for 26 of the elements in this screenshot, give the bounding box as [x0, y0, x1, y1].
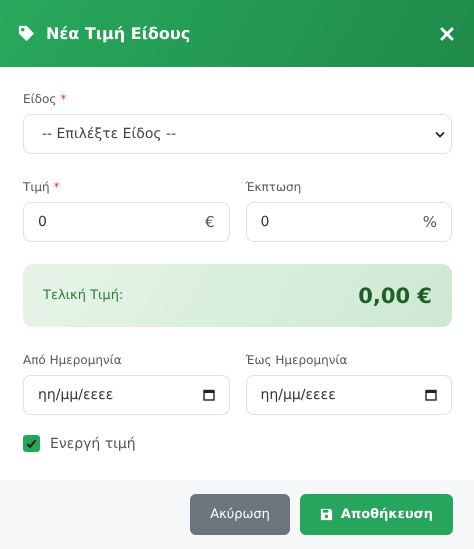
field-label: Από Ημερομηνία: [23, 353, 122, 367]
date-field[interactable]: ηη/μμ/εεεε: [23, 375, 230, 415]
date-field[interactable]: ηη/μμ/εεεε: [246, 375, 452, 415]
input-field[interactable]: 0 %: [246, 202, 452, 242]
close-icon[interactable]: [439, 26, 455, 42]
unit-suffix: %: [422, 213, 437, 231]
required-mark: *: [54, 180, 60, 194]
final-price-value: 0,00 €: [358, 284, 432, 308]
save-icon: [320, 508, 333, 521]
tag-icon: [17, 24, 36, 43]
required-mark: *: [60, 92, 66, 106]
chevron-icon: [435, 130, 445, 138]
field-label: Είδος: [23, 92, 56, 106]
cancel-button[interactable]: Ακύρωση: [190, 494, 290, 535]
checkbox[interactable]: [23, 435, 40, 452]
item-select[interactable]: -- Επιλέξτε Είδος --: [23, 114, 452, 154]
checkbox-label: Ενεργή τιμή: [50, 436, 136, 452]
calendar-icon[interactable]: [425, 389, 437, 401]
calendar-icon[interactable]: [202, 389, 214, 401]
unit-suffix: €: [204, 213, 214, 231]
field-label: Τιμή: [23, 180, 50, 194]
final-price-label: Τελική Τιμή:: [43, 288, 124, 303]
dialog-title: Νέα Τιμή Είδους: [46, 24, 192, 43]
field-label: Έως Ημερομηνία: [246, 353, 348, 367]
input-field[interactable]: 0 €: [23, 202, 230, 242]
field-label: Έκπτωση: [246, 180, 302, 194]
